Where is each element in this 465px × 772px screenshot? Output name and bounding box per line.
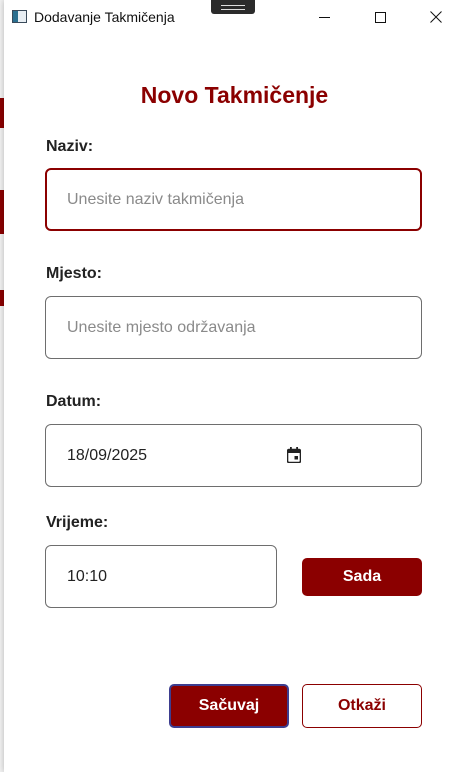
close-icon <box>430 11 442 23</box>
maximize-button[interactable] <box>357 0 403 34</box>
vrijeme-label: Vrijeme: <box>46 514 109 531</box>
minimize-button[interactable] <box>301 0 347 34</box>
datum-value: 18/09/2025 <box>67 446 148 464</box>
close-button[interactable] <box>413 0 459 34</box>
save-button[interactable]: Sačuvaj <box>169 684 289 728</box>
snap-handle[interactable] <box>211 0 255 14</box>
dialog-window: Dodavanje Takmičenja Novo Takmičenje Naz… <box>4 0 465 772</box>
minimize-icon <box>318 16 330 18</box>
datum-picker[interactable]: 18/09/2025 <box>45 424 422 487</box>
naziv-placeholder: Unesite naziv takmičenja <box>67 190 244 208</box>
naziv-label: Naziv: <box>46 138 94 155</box>
cancel-button[interactable]: Otkaži <box>302 684 422 728</box>
mjesto-placeholder: Unesite mjesto održavanja <box>67 318 256 336</box>
vrijeme-input[interactable]: 10:10 <box>45 545 277 608</box>
form-heading: Novo Takmičenje <box>140 82 329 108</box>
vrijeme-value: 10:10 <box>67 567 108 585</box>
naziv-input[interactable]: Unesite naziv takmičenja <box>45 168 422 231</box>
window-title: Dodavanje Takmičenja <box>34 9 175 25</box>
app-icon <box>12 10 27 23</box>
maximize-icon <box>374 11 386 23</box>
mjesto-input[interactable]: Unesite mjesto održavanja <box>45 296 422 359</box>
datum-label: Datum: <box>46 393 102 410</box>
now-button[interactable]: Sada <box>302 558 422 596</box>
mjesto-label: Mjesto: <box>46 265 102 282</box>
title-bar[interactable]: Dodavanje Takmičenja <box>4 0 465 34</box>
calendar-icon[interactable] <box>287 447 301 463</box>
